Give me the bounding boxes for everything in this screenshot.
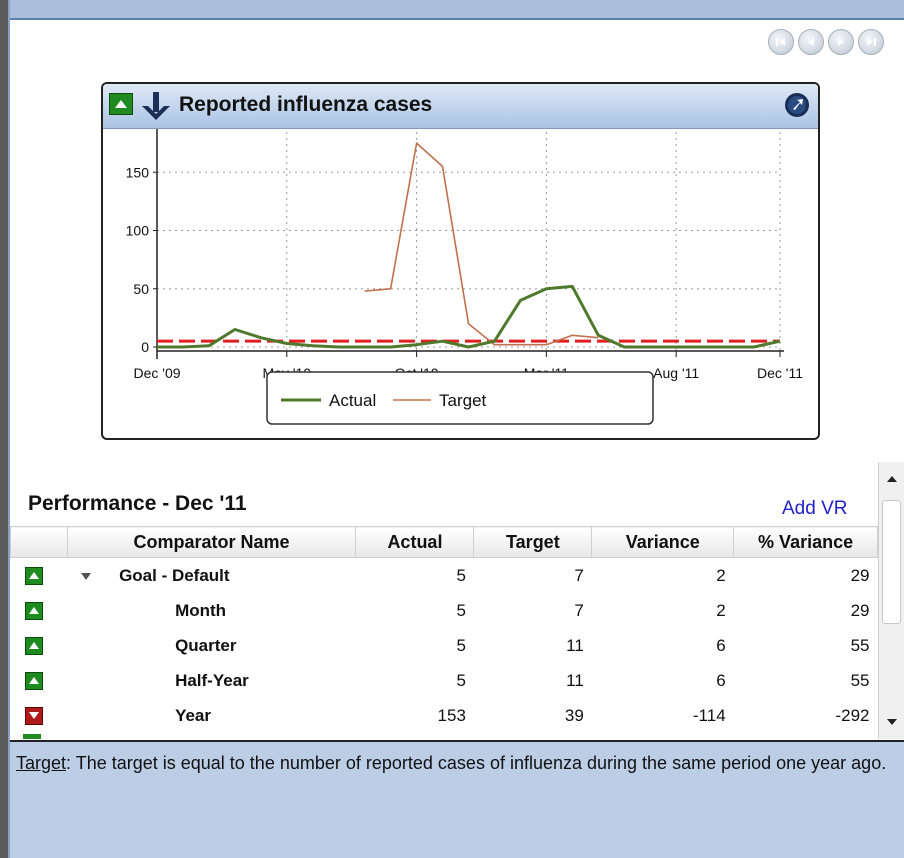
previous-page-icon (808, 38, 814, 46)
y-tick-label: 0 (141, 339, 149, 355)
add-vr-link[interactable]: Add VR (782, 498, 847, 520)
scroll-up-icon[interactable] (887, 476, 897, 482)
pct-variance-cell: 29 (850, 565, 870, 585)
column-header-variance[interactable]: Variance (591, 526, 735, 558)
variance-cell: 6 (716, 670, 726, 690)
actual-series-line (157, 284, 781, 349)
performance-title: Performance - Dec '11 (28, 492, 247, 515)
next-page-button[interactable] (828, 29, 854, 55)
chart-title: Reported influenza cases (179, 93, 433, 116)
status-up-icon (24, 601, 43, 620)
collapse-triangle-icon[interactable] (81, 572, 92, 580)
comparator-name-cell: Month (67, 593, 356, 628)
expand-icon[interactable] (784, 92, 810, 118)
variance-cell: 6 (716, 635, 726, 655)
comparator-name: Quarter (175, 635, 237, 655)
y-tick-label: 100 (126, 223, 150, 239)
table-header-row: Comparator Name Actual Target Variance %… (10, 526, 878, 558)
comparator-name: Year (175, 705, 211, 725)
table-row[interactable]: Half-Year 5 11 6 55 (11, 663, 878, 698)
column-header-pct-variance[interactable]: % Variance (733, 526, 878, 558)
previous-page-button[interactable] (798, 29, 824, 55)
column-header-actual[interactable]: Actual (355, 526, 475, 558)
performance-section: Performance - Dec '11 Add VR Comparator … (10, 462, 878, 739)
target-cell: 11 (566, 670, 584, 690)
footer-text: : The target is equal to the number of r… (66, 753, 887, 773)
y-tick-label: 150 (126, 164, 150, 180)
partial-status-icon (23, 734, 41, 739)
target-cell: 39 (564, 705, 584, 725)
row-status-cell (11, 558, 68, 594)
actual-cell: 153 (437, 705, 466, 725)
status-up-icon (24, 671, 43, 690)
chart-legend: Actual Target (266, 371, 654, 425)
window-top-bar (0, 0, 904, 20)
y-axis-labels: 200150100500 (126, 164, 150, 355)
performance-table: Comparator Name Actual Target Variance %… (10, 526, 878, 733)
footer-note: Target: The target is equal to the numbe… (10, 740, 904, 858)
chart-header: Reported influenza cases (103, 84, 818, 129)
pct-variance-cell: 55 (850, 635, 870, 655)
table-row[interactable]: Month 5 7 2 29 (11, 593, 878, 628)
last-page-button[interactable] (858, 29, 884, 55)
actual-cell: 5 (456, 600, 466, 620)
variance-cell: 2 (716, 600, 726, 620)
table-row[interactable]: Year 153 39 -114 -292 (11, 698, 878, 733)
target-cell: 7 (574, 600, 584, 620)
actual-cell: 5 (456, 565, 466, 585)
actual-cell: 5 (456, 635, 466, 655)
legend-target: Target (439, 391, 487, 410)
next-page-icon (838, 38, 844, 46)
target-cell: 11 (566, 635, 584, 655)
row-status-cell (11, 628, 68, 663)
first-page-button[interactable] (768, 29, 794, 55)
variance-cell: -114 (692, 705, 726, 725)
row-status-cell (11, 698, 68, 733)
x-tick-label: Dec '09 (133, 365, 180, 381)
pager-controls (768, 29, 884, 55)
target-series-line (364, 142, 599, 346)
performance-table-body: Goal - Default 5 7 2 29 Month 5 7 2 29 Quarter 5 11 6… (11, 558, 878, 734)
pct-variance-cell: 29 (850, 600, 870, 620)
pct-variance-cell: -292 (835, 705, 870, 725)
comparator-name: Month (175, 600, 227, 620)
actual-cell: 5 (456, 670, 466, 690)
comparator-name-cell: Year (67, 698, 356, 733)
row-status-cell (11, 593, 68, 628)
comparator-name-cell: Goal - Default (67, 558, 356, 594)
status-column-header (10, 526, 68, 558)
comparator-name-cell: Half-Year (67, 663, 356, 698)
line-chart: 200150100500 Dec '09May '10Oct '10Mar '1… (126, 129, 803, 425)
scroll-thumb[interactable] (882, 500, 901, 624)
first-page-icon (776, 38, 785, 46)
footer-target-label[interactable]: Target (16, 753, 66, 773)
window-left-edge (0, 0, 8, 858)
column-header-target[interactable]: Target (473, 526, 593, 558)
vertical-scrollbar[interactable] (878, 462, 904, 739)
chart-panel: Reported influenza cases 200150100500 De… (101, 82, 820, 440)
status-up-icon (109, 93, 133, 115)
target-cell: 7 (574, 565, 584, 585)
x-tick-label: Dec '11 (757, 365, 803, 381)
chart-series (157, 142, 781, 349)
comparator-name: Goal - Default (119, 565, 230, 585)
status-up-icon (24, 566, 43, 585)
column-header-comparator[interactable]: Comparator Name (66, 526, 357, 558)
status-down-icon (24, 706, 43, 725)
legend-actual: Actual (329, 391, 376, 410)
x-tick-label: Aug '11 (653, 365, 699, 381)
table-row[interactable]: Goal - Default 5 7 2 29 (11, 558, 878, 594)
trend-down-arrow-icon (142, 92, 170, 120)
variance-cell: 2 (716, 565, 726, 585)
row-status-cell (11, 663, 68, 698)
y-tick-label: 50 (133, 281, 149, 297)
pct-variance-cell: 55 (850, 670, 870, 690)
status-up-icon (24, 636, 43, 655)
scroll-down-icon[interactable] (887, 719, 897, 725)
comparator-name: Half-Year (175, 670, 249, 690)
comparator-name-cell: Quarter (67, 628, 356, 663)
last-page-icon (867, 38, 876, 46)
table-row[interactable]: Quarter 5 11 6 55 (11, 628, 878, 663)
